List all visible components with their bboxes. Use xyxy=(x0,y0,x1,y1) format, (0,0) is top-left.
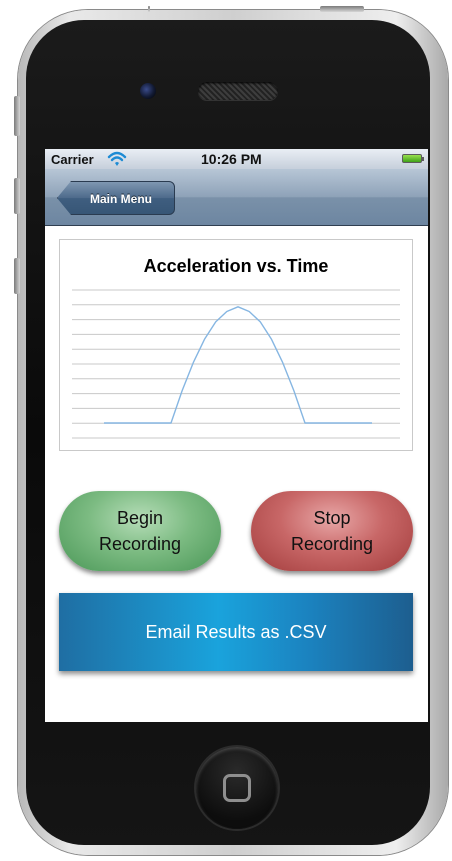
begin-recording-label: Begin Recording xyxy=(98,508,182,554)
begin-recording-button[interactable]: Begin Recording xyxy=(59,491,221,571)
email-results-button[interactable]: Email Results as .CSV xyxy=(59,593,413,671)
camera-icon xyxy=(140,83,156,99)
chart-plot xyxy=(72,289,400,439)
sleep-button xyxy=(320,6,364,12)
home-button-icon xyxy=(223,774,251,802)
carrier-label: Carrier xyxy=(51,152,94,167)
acceleration-series-line xyxy=(104,306,372,424)
stop-recording-button[interactable]: Stop Recording xyxy=(251,491,413,571)
home-button[interactable] xyxy=(196,747,278,829)
status-time: 10:26 PM xyxy=(201,151,262,167)
screen: Carrier 10:26 PM Main Menu Acceleration … xyxy=(45,149,428,722)
mute-switch xyxy=(14,96,20,136)
volume-down-button xyxy=(14,258,20,294)
battery-icon xyxy=(402,154,424,163)
acceleration-chart: Acceleration vs. Time xyxy=(59,239,413,451)
volume-up-button xyxy=(14,178,20,214)
wifi-icon xyxy=(107,151,127,166)
main-menu-back-button[interactable]: Main Menu xyxy=(57,181,175,215)
navigation-bar: Main Menu xyxy=(45,169,428,226)
stop-recording-label: Stop Recording xyxy=(290,508,374,554)
speaker-grille xyxy=(198,82,278,100)
sleep-button-edge xyxy=(148,6,150,12)
status-bar: Carrier 10:26 PM xyxy=(45,149,428,169)
